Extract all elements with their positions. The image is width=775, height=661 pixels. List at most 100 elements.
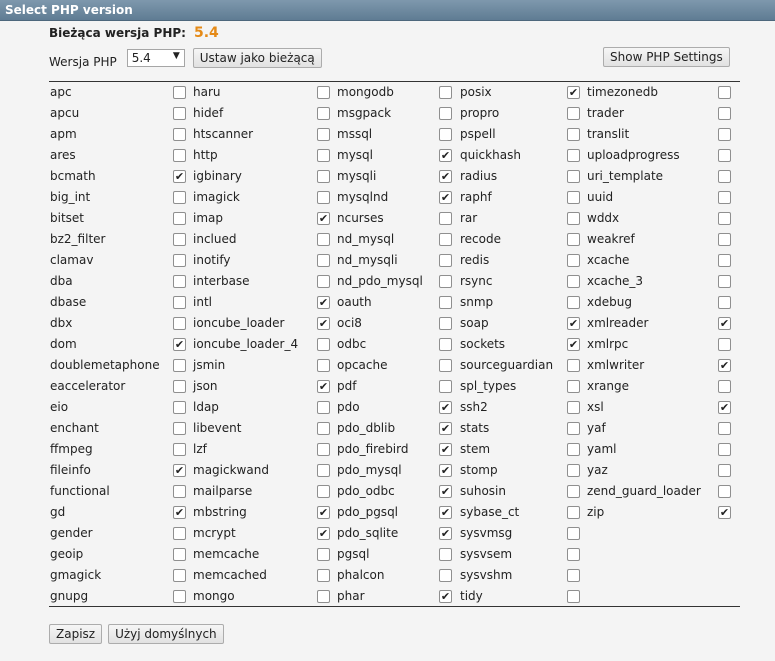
extension-checkbox[interactable]: ✔ bbox=[439, 422, 452, 435]
extension-checkbox[interactable] bbox=[317, 128, 330, 141]
extension-checkbox[interactable] bbox=[567, 380, 580, 393]
extension-checkbox[interactable]: ✔ bbox=[439, 401, 452, 414]
extension-checkbox[interactable] bbox=[567, 149, 580, 162]
extension-checkbox[interactable] bbox=[317, 338, 330, 351]
extension-checkbox[interactable]: ✔ bbox=[317, 380, 330, 393]
extension-checkbox[interactable] bbox=[567, 443, 580, 456]
extension-checkbox[interactable] bbox=[173, 275, 186, 288]
extension-checkbox[interactable]: ✔ bbox=[317, 296, 330, 309]
extension-checkbox[interactable] bbox=[718, 128, 731, 141]
extension-checkbox[interactable]: ✔ bbox=[439, 464, 452, 477]
extension-checkbox[interactable] bbox=[173, 107, 186, 120]
extension-checkbox[interactable] bbox=[567, 233, 580, 246]
extension-checkbox[interactable] bbox=[567, 128, 580, 141]
extension-checkbox[interactable] bbox=[439, 548, 452, 561]
use-defaults-button[interactable]: Użyj domyślnych bbox=[108, 624, 224, 644]
extension-checkbox[interactable] bbox=[567, 422, 580, 435]
extension-checkbox[interactable] bbox=[317, 254, 330, 267]
extension-checkbox[interactable] bbox=[173, 212, 186, 225]
extension-checkbox[interactable]: ✔ bbox=[173, 338, 186, 351]
extension-checkbox[interactable] bbox=[317, 401, 330, 414]
extension-checkbox[interactable] bbox=[718, 107, 731, 120]
extension-checkbox[interactable] bbox=[317, 548, 330, 561]
extension-checkbox[interactable]: ✔ bbox=[439, 443, 452, 456]
extension-checkbox[interactable] bbox=[439, 317, 452, 330]
show-php-settings-button[interactable]: Show PHP Settings bbox=[603, 47, 730, 67]
extension-checkbox[interactable]: ✔ bbox=[718, 506, 731, 519]
extension-checkbox[interactable] bbox=[718, 191, 731, 204]
extension-checkbox[interactable]: ✔ bbox=[317, 317, 330, 330]
extension-checkbox[interactable] bbox=[567, 170, 580, 183]
extension-checkbox[interactable]: ✔ bbox=[439, 590, 452, 603]
extension-checkbox[interactable] bbox=[317, 233, 330, 246]
extension-checkbox[interactable]: ✔ bbox=[317, 506, 330, 519]
extension-checkbox[interactable] bbox=[317, 107, 330, 120]
extension-checkbox[interactable]: ✔ bbox=[718, 401, 731, 414]
extension-checkbox[interactable] bbox=[439, 107, 452, 120]
extension-checkbox[interactable]: ✔ bbox=[567, 86, 580, 99]
extension-checkbox[interactable] bbox=[718, 443, 731, 456]
extension-checkbox[interactable] bbox=[317, 359, 330, 372]
extension-checkbox[interactable] bbox=[567, 569, 580, 582]
extension-checkbox[interactable] bbox=[317, 86, 330, 99]
extension-checkbox[interactable] bbox=[173, 86, 186, 99]
extension-checkbox[interactable] bbox=[317, 443, 330, 456]
extension-checkbox[interactable] bbox=[317, 590, 330, 603]
extension-checkbox[interactable] bbox=[567, 401, 580, 414]
extension-checkbox[interactable] bbox=[718, 464, 731, 477]
extension-checkbox[interactable] bbox=[718, 422, 731, 435]
extension-checkbox[interactable] bbox=[718, 380, 731, 393]
extension-checkbox[interactable] bbox=[567, 275, 580, 288]
extension-checkbox[interactable]: ✔ bbox=[317, 212, 330, 225]
extension-checkbox[interactable] bbox=[173, 380, 186, 393]
extension-checkbox[interactable] bbox=[567, 296, 580, 309]
extension-checkbox[interactable] bbox=[317, 569, 330, 582]
extension-checkbox[interactable] bbox=[567, 359, 580, 372]
extension-checkbox[interactable]: ✔ bbox=[718, 359, 731, 372]
extension-checkbox[interactable] bbox=[173, 149, 186, 162]
extension-checkbox[interactable] bbox=[718, 86, 731, 99]
extension-checkbox[interactable] bbox=[173, 422, 186, 435]
extension-checkbox[interactable] bbox=[173, 527, 186, 540]
extension-checkbox[interactable] bbox=[317, 170, 330, 183]
extension-checkbox[interactable] bbox=[173, 548, 186, 561]
extension-checkbox[interactable] bbox=[173, 296, 186, 309]
extension-checkbox[interactable]: ✔ bbox=[439, 191, 452, 204]
extension-checkbox[interactable] bbox=[173, 128, 186, 141]
extension-checkbox[interactable]: ✔ bbox=[439, 485, 452, 498]
extension-checkbox[interactable] bbox=[718, 275, 731, 288]
extension-checkbox[interactable]: ✔ bbox=[439, 149, 452, 162]
extension-checkbox[interactable] bbox=[567, 464, 580, 477]
extension-checkbox[interactable] bbox=[173, 359, 186, 372]
set-current-button[interactable]: Ustaw jako bieżącą bbox=[192, 48, 322, 68]
extension-checkbox[interactable] bbox=[567, 107, 580, 120]
extension-checkbox[interactable] bbox=[173, 485, 186, 498]
extension-checkbox[interactable] bbox=[567, 191, 580, 204]
extension-checkbox[interactable] bbox=[439, 233, 452, 246]
extension-checkbox[interactable] bbox=[439, 569, 452, 582]
extension-checkbox[interactable] bbox=[718, 338, 731, 351]
extension-checkbox[interactable] bbox=[173, 191, 186, 204]
extension-checkbox[interactable]: ✔ bbox=[439, 527, 452, 540]
extension-checkbox[interactable] bbox=[567, 212, 580, 225]
extension-checkbox[interactable] bbox=[173, 590, 186, 603]
extension-checkbox[interactable]: ✔ bbox=[567, 338, 580, 351]
extension-checkbox[interactable] bbox=[439, 212, 452, 225]
extension-checkbox[interactable] bbox=[439, 128, 452, 141]
extension-checkbox[interactable] bbox=[439, 359, 452, 372]
extension-checkbox[interactable] bbox=[317, 422, 330, 435]
extension-checkbox[interactable] bbox=[173, 443, 186, 456]
extension-checkbox[interactable] bbox=[439, 338, 452, 351]
extension-checkbox[interactable] bbox=[567, 548, 580, 561]
extension-checkbox[interactable] bbox=[567, 590, 580, 603]
extension-checkbox[interactable] bbox=[173, 317, 186, 330]
extension-checkbox[interactable] bbox=[439, 275, 452, 288]
extension-checkbox[interactable] bbox=[567, 506, 580, 519]
extension-checkbox[interactable] bbox=[718, 212, 731, 225]
extension-checkbox[interactable] bbox=[173, 233, 186, 246]
extension-checkbox[interactable]: ✔ bbox=[317, 527, 330, 540]
extension-checkbox[interactable] bbox=[317, 464, 330, 477]
extension-checkbox[interactable]: ✔ bbox=[439, 170, 452, 183]
save-button[interactable]: Zapisz bbox=[49, 624, 103, 644]
extension-checkbox[interactable] bbox=[173, 254, 186, 267]
